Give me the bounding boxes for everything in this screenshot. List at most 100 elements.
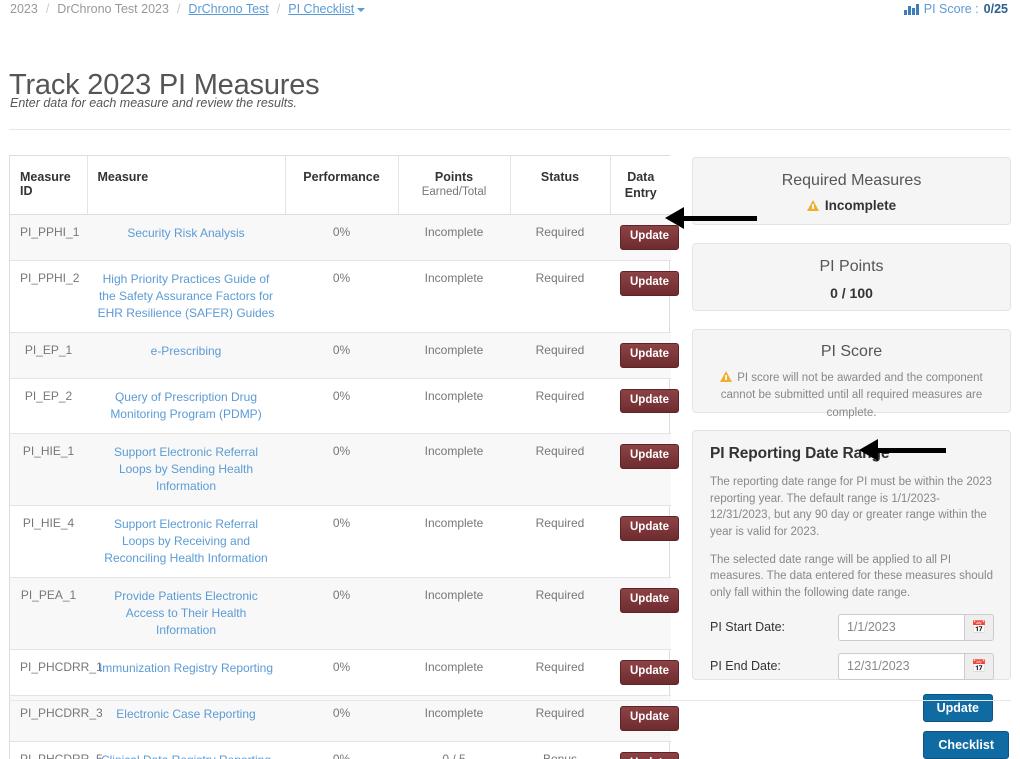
breadcrumb-separator: / <box>276 2 281 16</box>
calendar-icon: 📅 <box>971 620 987 635</box>
measures-table-container: Measure ID Measure Performance Points Ear… <box>9 155 679 759</box>
pi-score-summary[interactable]: PI Score : 0/25 <box>904 2 1008 16</box>
cell-points: Incomplete <box>398 433 510 506</box>
table-row: PI_HIE_1 Support Electronic Referral Loo… <box>10 433 679 506</box>
update-button[interactable]: Update <box>620 443 679 469</box>
cell-data-entry: Update <box>610 505 679 578</box>
cell-status: Required <box>510 695 610 742</box>
cell-status: Required <box>510 433 610 506</box>
bar-chart-icon <box>904 3 919 15</box>
measure-link[interactable]: High Priority Practices Guide of the Saf… <box>98 272 275 320</box>
table-row: PI_PHCDRR_1 Immunization Registry Report… <box>10 649 679 696</box>
cell-measure: Electronic Case Reporting <box>87 695 285 742</box>
required-measures-status-text: Incomplete <box>824 198 897 213</box>
chevron-down-icon[interactable] <box>357 7 366 12</box>
update-button[interactable]: Update <box>620 751 679 759</box>
update-button[interactable]: Update <box>620 660 679 685</box>
calendar-icon-button-start[interactable]: 📅 <box>964 613 994 641</box>
table-row: PI_PPHI_2 High Priority Practices Guide … <box>10 260 679 333</box>
cell-status: Required <box>510 378 610 434</box>
cell-performance: 0% <box>285 260 398 333</box>
update-button[interactable]: Update <box>620 705 679 731</box>
cell-measure: High Priority Practices Guide of the Saf… <box>87 260 285 333</box>
checklist-button[interactable]: Checklist <box>923 731 1009 759</box>
update-button[interactable]: Update <box>620 388 679 414</box>
pi-end-date-input[interactable] <box>838 652 964 680</box>
page-subtitle: Enter data for each measure and review t… <box>10 96 297 110</box>
breadcrumb-item-pi-checklist-wrap[interactable]: PI Checklist <box>288 2 366 16</box>
calendar-icon: 📅 <box>971 659 987 674</box>
measure-link[interactable]: e-Prescribing <box>151 344 222 358</box>
cell-measure-id: PI_HIE_4 <box>10 505 87 578</box>
arrow-head-icon <box>665 207 684 229</box>
header-divider <box>9 129 1011 130</box>
col-header-status: Status <box>510 156 611 215</box>
measure-link[interactable]: Clinical Data Registry Reporting <box>101 753 271 759</box>
annotation-arrow-update-button <box>665 207 757 229</box>
breadcrumb-item-pi-checklist[interactable]: PI Checklist <box>288 2 354 16</box>
update-button[interactable]: Update <box>620 515 679 541</box>
required-measures-title: Required Measures <box>781 172 922 189</box>
measure-link[interactable]: Support Electronic Referral Loops by Rec… <box>104 517 267 565</box>
pi-start-date-group: 📅 <box>838 613 994 641</box>
pi-score-warning-text: PI score will not be awarded and the com… <box>720 372 983 419</box>
col-header-data-entry: Data Entry <box>610 156 671 215</box>
measure-link[interactable]: Query of Prescription Drug Monitoring Pr… <box>110 390 261 421</box>
cell-performance: 0% <box>285 433 398 506</box>
cell-data-entry: Update <box>610 214 679 261</box>
warning-triangle-icon <box>720 371 733 382</box>
cell-performance: 0% <box>285 332 398 379</box>
warning-triangle-icon <box>806 200 819 211</box>
update-button[interactable]: Update <box>620 587 679 613</box>
breadcrumb-item-practice[interactable]: DrChrono Test <box>188 2 268 16</box>
date-range-update-button[interactable]: Update <box>922 693 993 722</box>
breadcrumb-separator: / <box>45 2 50 16</box>
cell-measure: Support Electronic Referral Loops by Rec… <box>87 505 285 578</box>
cell-points: Incomplete <box>398 332 510 379</box>
breadcrumb-item-year: 2023 <box>10 2 38 16</box>
measures-table-body: PI_PPHI_1 Security Risk Analysis 0% Inco… <box>10 214 679 759</box>
cell-points: Incomplete <box>398 260 510 333</box>
cell-status: Required <box>510 505 610 578</box>
calendar-icon-button-end[interactable]: 📅 <box>964 652 994 680</box>
footer-actions: Checklist <box>923 731 1009 759</box>
table-header-row: Measure ID Measure Performance Points Ear… <box>10 156 671 215</box>
date-range-title: PI Reporting Date Range <box>710 445 890 462</box>
measure-link[interactable]: Immunization Registry Reporting <box>99 661 273 675</box>
measure-link[interactable]: Provide Patients Electronic Access to Th… <box>114 589 257 637</box>
cell-measure-id: PI_PHCDRR_3 <box>10 695 103 742</box>
cell-points: Incomplete <box>398 695 510 742</box>
cell-status: Required <box>510 260 610 333</box>
update-button[interactable]: Update <box>620 270 679 296</box>
cell-measure: Query of Prescription Drug Monitoring Pr… <box>87 378 285 434</box>
cell-data-entry: Update <box>610 577 679 651</box>
cell-measure-id: PI_PPHI_2 <box>10 260 87 333</box>
measure-link[interactable]: Support Electronic Referral Loops by Sen… <box>114 445 258 493</box>
col-header-performance: Performance <box>285 156 399 215</box>
cell-data-entry: Update <box>610 695 679 742</box>
cell-measure-id: PI_EP_1 <box>10 332 87 379</box>
cell-measure: Security Risk Analysis <box>87 214 285 261</box>
measure-link[interactable]: Electronic Case Reporting <box>116 707 255 721</box>
pi-start-date-input[interactable] <box>838 613 964 641</box>
update-button[interactable]: Update <box>620 342 679 368</box>
table-row: PI_PHCDRR_5 Clinical Data Registry Repor… <box>10 741 679 759</box>
pi-score-warning: PI score will not be awarded and the com… <box>693 370 1010 422</box>
cell-points: Incomplete <box>398 505 510 578</box>
date-range-paragraph-1: The reporting date range for PI must be … <box>710 476 992 539</box>
cell-data-entry: Update <box>610 378 679 434</box>
table-row: PI_PHCDRR_3 Electronic Case Reporting 0%… <box>10 695 679 742</box>
cell-status: Required <box>510 649 610 696</box>
col-header-data-entry-sub: Entry <box>624 186 657 200</box>
footer-divider <box>9 700 1011 701</box>
cell-points: 0 / 5 <box>442 751 466 759</box>
annotation-arrow-date-range <box>859 439 946 461</box>
col-header-data-entry-label: Data <box>627 170 655 184</box>
col-header-points: Points Earned/Total <box>398 156 511 215</box>
cell-measure: e-Prescribing <box>87 332 285 379</box>
pi-reporting-date-range-card: PI Reporting Date Range The reporting da… <box>692 430 1011 722</box>
measure-link[interactable]: Security Risk Analysis <box>127 226 244 240</box>
arrow-shaft <box>878 447 946 453</box>
pi-score-card-title: PI Score <box>820 343 883 360</box>
pi-score-card: PI Score PI score will not be awarded an… <box>692 329 1011 419</box>
